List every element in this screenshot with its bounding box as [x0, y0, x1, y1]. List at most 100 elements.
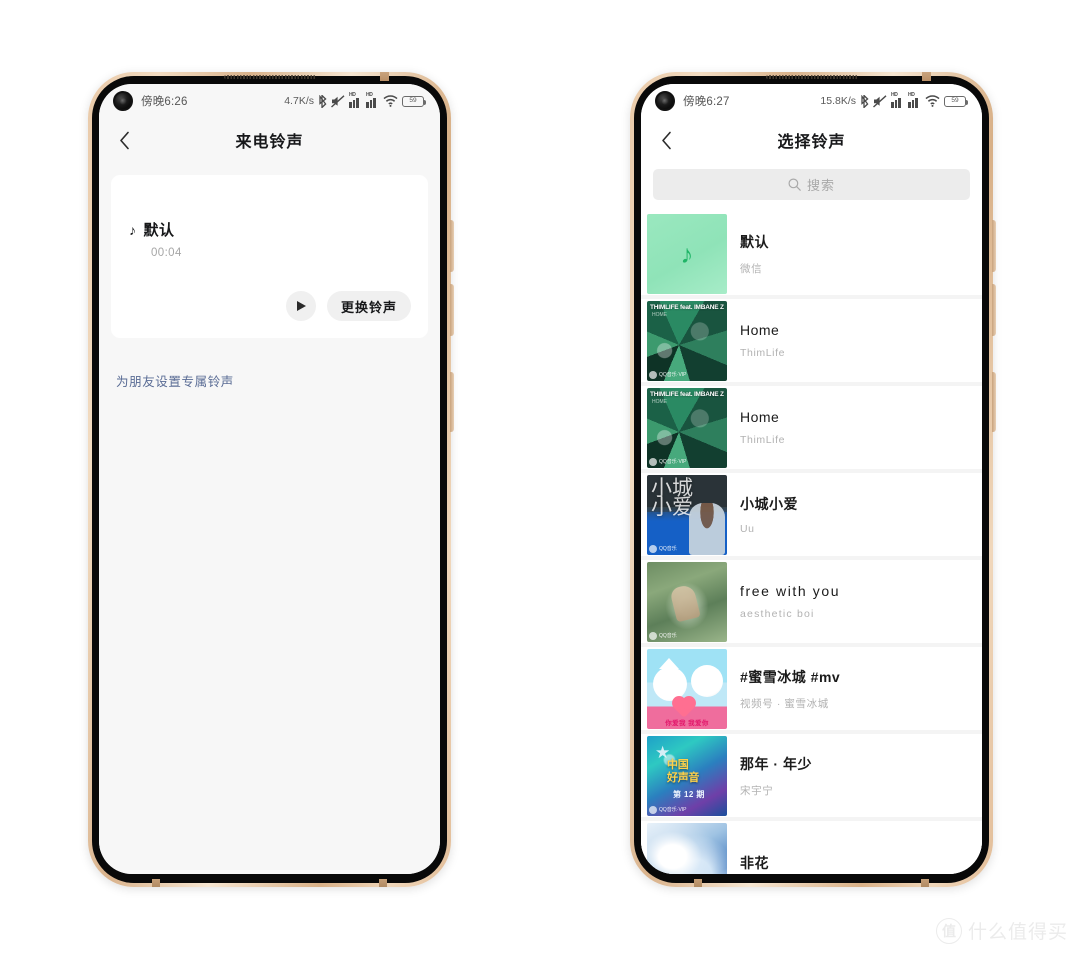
right-content: 搜索 ♪ 默认 微信 THIMLIFE feat. IMBANE Z HOME … [641, 162, 982, 874]
song-meta: 那年 · 年少 宋宇宁 [727, 734, 982, 817]
song-meta: Home ThimLife [727, 299, 982, 382]
bluetooth-icon [861, 94, 869, 108]
list-item[interactable]: QQ音乐 free with you aesthetic boi [641, 560, 982, 643]
battery-icon: 59 [944, 95, 969, 107]
album-art-snowman-right [691, 664, 723, 697]
song-title: 默认 [740, 233, 769, 250]
signal-icon-1: HD [891, 92, 904, 108]
qq-music-badge: QQ音乐 [649, 544, 677, 553]
power-button[interactable] [992, 372, 996, 432]
album-art-hand [669, 583, 701, 622]
search-icon [788, 178, 801, 191]
mute-icon [331, 94, 345, 108]
song-artist: 视频号 · 蜜雪冰城 [740, 697, 829, 710]
search-container: 搜索 [641, 162, 982, 212]
signal-icon-2: HD [366, 92, 379, 108]
album-art: ♪ [647, 213, 727, 294]
song-meta: 非花 [727, 821, 982, 874]
qq-music-icon [649, 457, 657, 466]
album-art-calligraphy: 小城 小爱 [651, 475, 693, 519]
qq-music-icon [649, 370, 657, 379]
song-meta: 小城小爱 Uu [727, 473, 982, 556]
album-art-figure [689, 502, 725, 555]
album-art-title-line2: 好声音 [667, 771, 700, 784]
earpiece-grille-icon [223, 75, 316, 79]
list-item[interactable]: 你爱我 我爱你 #蜜雪冰城 #mv 视频号 · 蜜雪冰城 [641, 647, 982, 730]
album-art: QQ音乐 [647, 561, 727, 642]
antenna-line-bottom-left [694, 879, 702, 887]
badge-text: QQ音乐 [659, 546, 677, 552]
antenna-line-top [922, 72, 931, 81]
qq-music-icon [649, 631, 657, 640]
antenna-line-bottom-left [152, 879, 160, 887]
back-button[interactable] [655, 129, 677, 151]
song-meta: #蜜雪冰城 #mv 视频号 · 蜜雪冰城 [727, 647, 982, 730]
volume-down-button[interactable] [450, 284, 454, 336]
set-friend-ringtone-link[interactable]: 为朋友设置专属铃声 [116, 371, 234, 390]
vip-badge: QQ音乐·VIP [649, 805, 687, 814]
album-art-text: 你爱我 我爱你 [665, 719, 709, 727]
song-title: 非花 [740, 854, 769, 871]
volume-up-button[interactable] [992, 220, 996, 272]
list-item[interactable]: 非花 [641, 821, 982, 874]
watermark-logo-icon: 值 [935, 917, 962, 944]
vip-badge: QQ音乐·VIP [649, 370, 687, 379]
earpiece-grille-icon [765, 75, 858, 79]
wifi-icon [925, 95, 940, 107]
song-title: free with you [740, 583, 841, 599]
signal-icon-1: HD [349, 92, 362, 108]
ringtone-name: 默认 [143, 222, 175, 239]
left-status-bar: 傍晚6:26 4.7K/s HD HD 59 [99, 84, 440, 118]
album-art-subcaption: HOME [652, 311, 667, 318]
song-artist: Uu [740, 523, 755, 535]
album-art-caption: THIMLIFE feat. IMBANE Z [650, 390, 724, 398]
power-button[interactable] [450, 372, 454, 432]
album-art: 小城 小爱 QQ音乐 [647, 474, 727, 555]
album-art: THIMLIFE feat. IMBANE Z HOME QQ音乐·VIP [647, 300, 727, 381]
status-time: 傍晚6:26 [141, 96, 188, 108]
album-art: THIMLIFE feat. IMBANE Z HOME QQ音乐·VIP [647, 387, 727, 468]
list-item[interactable]: ♪ 默认 微信 [641, 212, 982, 295]
bluetooth-icon [319, 94, 327, 108]
play-button[interactable] [285, 291, 316, 321]
volume-down-button[interactable] [992, 284, 996, 336]
badge-text: QQ音乐 [659, 633, 677, 639]
page-title: 来电铃声 [235, 134, 304, 151]
volume-up-button[interactable] [450, 220, 454, 272]
badge-text: QQ音乐·VIP [659, 807, 687, 813]
left-content: ♪ 默认 00:04 更换铃声 为朋友设置专属铃声 [99, 175, 440, 874]
list-item[interactable]: THIMLIFE feat. IMBANE Z HOME QQ音乐·VIP Ho… [641, 299, 982, 382]
song-artist: 宋宇宁 [740, 784, 774, 797]
song-title: #蜜雪冰城 #mv [740, 668, 841, 685]
ringtone-name-row: ♪ 默认 [129, 219, 410, 240]
battery-level: 59 [951, 96, 959, 104]
page-title: 选择铃声 [777, 134, 846, 151]
list-item[interactable]: ★ 中国 好声音 第 12 期 QQ音乐·VIP 那年 · 年少 宋宇宁 [641, 734, 982, 817]
qq-music-icon [649, 544, 657, 553]
song-meta: free with you aesthetic boi [727, 560, 982, 643]
play-icon [297, 301, 307, 311]
network-speed: 4.7K/s [284, 95, 314, 107]
antenna-line-top [380, 72, 389, 81]
ringtone-card: ♪ 默认 00:04 更换铃声 [111, 175, 428, 338]
list-item[interactable]: THIMLIFE feat. IMBANE Z HOME QQ音乐·VIP Ho… [641, 386, 982, 469]
left-phone-screen: 傍晚6:26 4.7K/s HD HD 59 来电铃声 ♪ 默认 00:04 更… [99, 84, 440, 874]
list-item[interactable]: 小城 小爱 QQ音乐 小城小爱 Uu [641, 473, 982, 556]
song-artist: ThimLife [740, 434, 786, 446]
front-camera-icon [113, 91, 133, 111]
badge-text: QQ音乐·VIP [659, 372, 687, 378]
status-time: 傍晚6:27 [683, 96, 730, 108]
album-art-subcaption: HOME [652, 398, 667, 405]
song-artist: aesthetic boi [740, 608, 815, 620]
album-art: 你爱我 我爱你 [647, 648, 727, 729]
ringtone-actions: 更换铃声 [285, 291, 411, 321]
battery-icon: 59 [402, 95, 427, 107]
back-button[interactable] [113, 129, 135, 151]
song-artist: 微信 [740, 262, 763, 275]
right-phone-screen: 傍晚6:27 15.8K/s HD HD 59 选择铃声 搜索 ♪ 默认 微信 … [641, 84, 982, 874]
change-ringtone-button[interactable]: 更换铃声 [326, 291, 411, 321]
search-input[interactable]: 搜索 [653, 169, 970, 200]
chevron-left-icon [119, 131, 129, 149]
album-art: ★ 中国 好声音 第 12 期 QQ音乐·VIP [647, 735, 727, 816]
song-meta: Home ThimLife [727, 386, 982, 469]
